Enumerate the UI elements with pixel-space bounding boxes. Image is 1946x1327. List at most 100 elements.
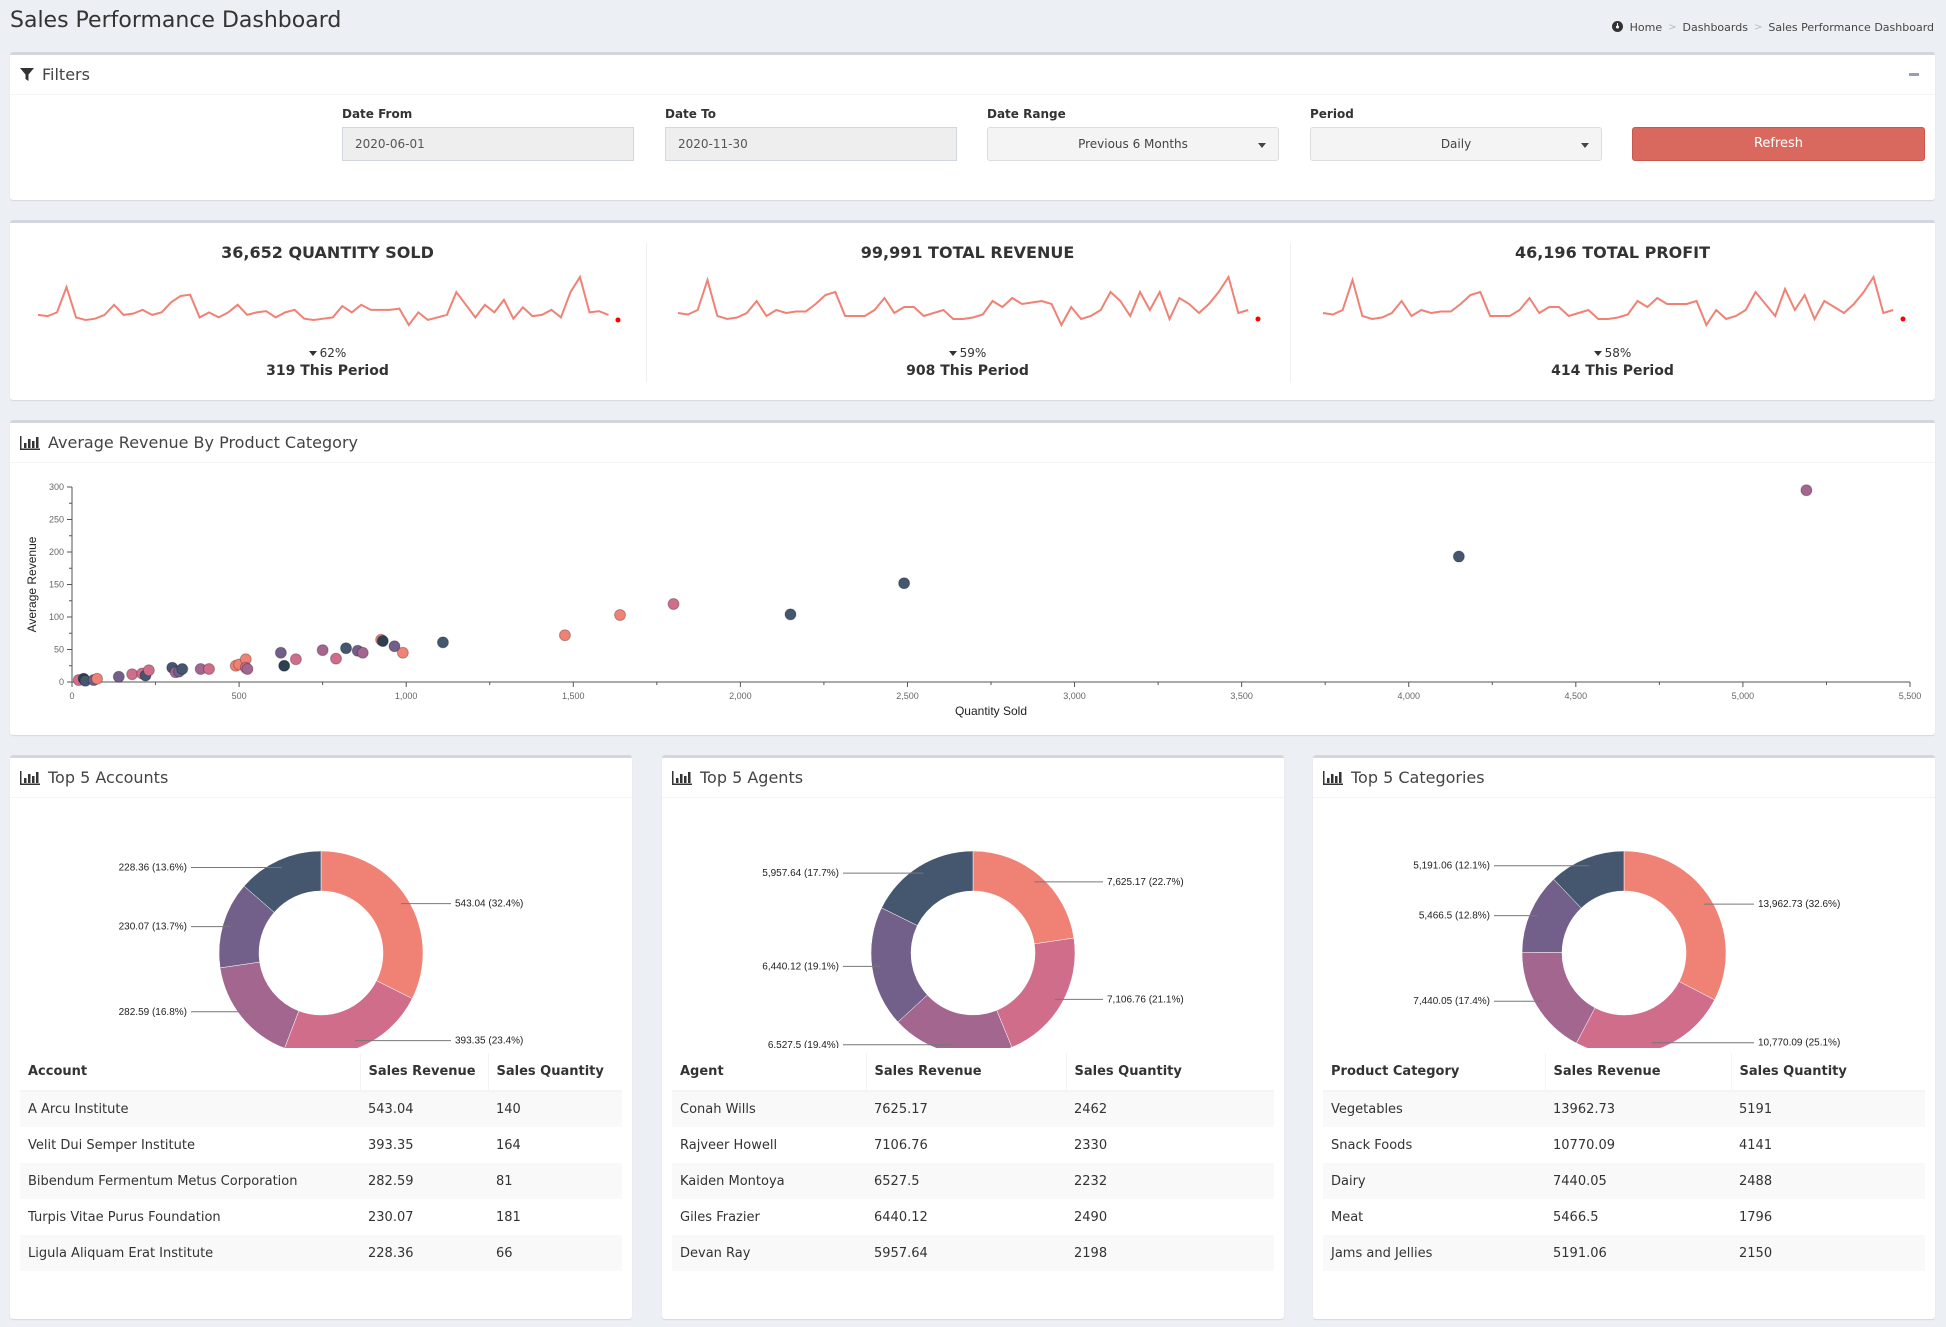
column-header[interactable]: Sales Revenue: [359, 1053, 488, 1092]
donut-slice[interactable]: [219, 961, 300, 1049]
accounts-box: Top 5 Accounts 543.04 (32.4%) 393.35 (23.…: [10, 755, 632, 1319]
scatter-point[interactable]: [558, 629, 571, 642]
scatter-point[interactable]: [396, 646, 409, 659]
donut-slice[interactable]: [1575, 981, 1715, 1056]
kpi-change: 62%: [10, 346, 645, 360]
table-cell: 10770.09: [1553, 1137, 1616, 1153]
slice-label: 6,527.5 (19.4%): [768, 1040, 839, 1048]
breadcrumb-current: Sales Performance Dashboard: [1768, 21, 1934, 34]
table-cell: 230.07: [368, 1209, 414, 1225]
table-row[interactable]: Meat 5466.5 1796: [1323, 1199, 1925, 1235]
table-row[interactable]: Jams and Jellies 5191.06 2150: [1323, 1235, 1925, 1271]
table-cell: 5191.06: [1553, 1245, 1607, 1261]
donut-slice[interactable]: [996, 937, 1076, 1048]
table-row[interactable]: Turpis Vitae Purus Foundation 230.07 181: [20, 1199, 622, 1235]
table-cell: 2462: [1074, 1102, 1108, 1117]
scatter-point[interactable]: [898, 577, 911, 590]
scatter-point[interactable]: [784, 608, 797, 621]
date-range-value: Previous 6 Months: [1078, 137, 1188, 151]
table-cell: Rajveer Howell: [680, 1137, 778, 1153]
scatter-point[interactable]: [112, 670, 125, 683]
breadcrumb-home[interactable]: Home: [1630, 21, 1662, 34]
scatter-point[interactable]: [376, 635, 389, 648]
x-tick-label: 1,500: [562, 691, 585, 701]
scatter-point[interactable]: [278, 659, 291, 672]
y-tick-label: 100: [49, 612, 64, 622]
scatter-point[interactable]: [667, 598, 680, 610]
date-range-select[interactable]: Previous 6 Months: [987, 127, 1279, 161]
table-row[interactable]: Ligula Aliquam Erat Institute 228.36 66: [20, 1235, 622, 1271]
table-row[interactable]: Giles Frazier 6440.12 2490: [672, 1199, 1274, 1235]
scatter-point[interactable]: [436, 636, 449, 649]
table-cell: 7625.17: [874, 1102, 928, 1117]
scatter-point[interactable]: [316, 644, 329, 657]
scatter-point[interactable]: [203, 663, 216, 675]
slice-label: 543.04 (32.4%): [455, 899, 523, 910]
table-row[interactable]: Devan Ray 5957.64 2198: [672, 1235, 1274, 1271]
table-cell: 2330: [1074, 1137, 1108, 1153]
scatter-point[interactable]: [330, 652, 343, 665]
date-to-input[interactable]: 2020-11-30: [665, 127, 957, 161]
kpi-change-value: 59%: [959, 346, 987, 360]
x-tick-label: 4,000: [1397, 691, 1420, 701]
table-cell: Snack Foods: [1331, 1137, 1413, 1153]
slice-label: 7,625.17 (22.7%): [1107, 877, 1184, 888]
scatter-title: Average Revenue By Product Category: [48, 433, 359, 452]
refresh-button[interactable]: Refresh: [1632, 127, 1925, 161]
table-row[interactable]: Rajveer Howell 7106.76 2330: [672, 1127, 1274, 1163]
table-cell: 140: [496, 1102, 521, 1117]
scatter-point[interactable]: [1800, 484, 1813, 497]
scatter-point[interactable]: [91, 672, 104, 685]
table-row[interactable]: Vegetables 13962.73 5191: [1323, 1091, 1925, 1127]
column-header[interactable]: Account: [20, 1053, 360, 1092]
donut-slice[interactable]: [881, 850, 974, 926]
y-tick-label: 0: [59, 677, 64, 687]
column-header[interactable]: Sales Revenue: [865, 1053, 1066, 1092]
table-row[interactable]: Velit Dui Semper Institute 393.35 164: [20, 1127, 622, 1163]
table-row[interactable]: A Arcu Institute 543.04 140: [20, 1091, 622, 1127]
caret-down-icon: [1593, 351, 1602, 356]
column-header[interactable]: Agent: [672, 1053, 866, 1092]
column-header[interactable]: Product Category: [1323, 1053, 1545, 1092]
column-header[interactable]: Sales Revenue: [1544, 1053, 1731, 1092]
sparkline-last-point: [1900, 316, 1906, 322]
table-cell: Vegetables: [1331, 1102, 1403, 1117]
table-cell: 2490: [1074, 1209, 1108, 1225]
scatter-point[interactable]: [289, 653, 302, 666]
donut-slice[interactable]: [284, 980, 413, 1056]
sparkline-last-point: [615, 317, 621, 323]
collapse-icon[interactable]: [1907, 67, 1921, 81]
scatter-point[interactable]: [126, 668, 139, 681]
table-row[interactable]: Dairy 7440.05 2488: [1323, 1163, 1925, 1199]
donut-slice[interactable]: [320, 850, 424, 999]
period-select[interactable]: Daily: [1310, 127, 1602, 161]
scatter-point[interactable]: [340, 642, 353, 655]
scatter-point[interactable]: [356, 646, 369, 659]
agents-title: Top 5 Agents: [700, 768, 804, 787]
column-header[interactable]: Sales Quantity: [1065, 1053, 1274, 1092]
table-row[interactable]: Bibendum Fermentum Metus Corporation 282.…: [20, 1163, 622, 1199]
table-row[interactable]: Conah Wills 7625.17 2462: [672, 1091, 1274, 1127]
kpi-change-value: 62%: [319, 346, 347, 360]
column-header[interactable]: Sales Quantity: [487, 1053, 622, 1092]
breadcrumb-dashboards[interactable]: Dashboards: [1683, 21, 1748, 34]
donut-slice[interactable]: [1623, 850, 1727, 1001]
scatter-point[interactable]: [614, 609, 627, 622]
scatter-point[interactable]: [176, 663, 189, 675]
table-row[interactable]: Kaiden Montoya 6527.5 2232: [672, 1163, 1274, 1199]
donut-slice[interactable]: [972, 850, 1075, 945]
table-cell: Giles Frazier: [680, 1209, 760, 1225]
scatter-point[interactable]: [241, 663, 254, 675]
scatter-point[interactable]: [142, 664, 155, 677]
date-from-input[interactable]: 2020-06-01: [342, 127, 634, 161]
table-row[interactable]: Snack Foods 10770.09 4141: [1323, 1127, 1925, 1163]
scatter-point[interactable]: [1452, 550, 1465, 563]
scatter-point[interactable]: [274, 646, 287, 659]
slice-label: 228.36 (13.6%): [119, 862, 187, 873]
filters-header: Filters: [10, 55, 1935, 95]
column-header[interactable]: Sales Quantity: [1730, 1053, 1925, 1092]
bar-chart-icon: [672, 770, 692, 785]
agents-table: Agent Sales Revenue Sales Quantity Conah…: [672, 1053, 1274, 1271]
table-cell: Meat: [1331, 1209, 1364, 1225]
table-cell: Velit Dui Semper Institute: [28, 1137, 195, 1153]
